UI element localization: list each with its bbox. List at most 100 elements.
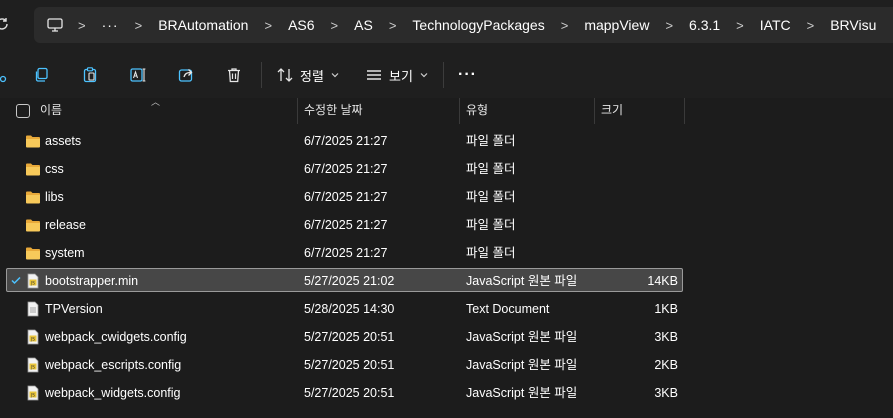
file-name[interactable]: assets [45,127,81,155]
breadcrumb-separator[interactable]: > [553,18,577,33]
file-modified: 5/27/2025 20:51 [304,386,395,400]
breadcrumb-overflow-button[interactable]: ··· [94,17,127,33]
breadcrumb-item[interactable]: IATC [752,17,799,33]
breadcrumb-separator[interactable]: > [323,18,347,33]
file-name[interactable]: libs [45,183,64,211]
file-modified: 5/27/2025 20:51 [304,330,395,344]
row-checkbox-checked[interactable] [10,274,22,286]
breadcrumb-separator[interactable]: > [127,18,151,33]
file-modified: 6/7/2025 21:27 [304,134,388,148]
file-row[interactable]: JS webpack_escripts.config 5/27/2025 20:51… [0,351,893,379]
breadcrumb-separator[interactable]: > [381,18,405,33]
column-divider[interactable] [594,98,595,124]
file-modified: 5/27/2025 20:51 [304,358,395,372]
rename-button[interactable] [126,63,150,87]
breadcrumb-item[interactable]: AS6 [280,17,322,33]
file-name[interactable]: webpack_widgets.config [45,379,181,407]
file-row[interactable]: TPVersion 5/28/2025 14:30 Text Document 1KB [0,295,893,323]
column-divider[interactable] [297,98,298,124]
file-size: 14KB [647,274,678,288]
folder-icon [25,189,41,205]
file-row[interactable]: JS webpack_cwidgets.config 5/27/2025 20:51… [0,323,893,351]
file-row[interactable]: libs 6/7/2025 21:27 파일 폴더 [0,183,893,211]
breadcrumb-separator[interactable]: > [728,18,752,33]
file-size: 3KB [654,386,678,400]
file-size [598,183,678,211]
more-options-button[interactable]: ··· [458,64,477,86]
breadcrumb-item[interactable]: mappView [576,17,657,33]
file-name[interactable]: bootstrapper.min [45,267,138,295]
checkmark-icon [11,276,21,285]
paste-button[interactable] [78,63,102,87]
share-button[interactable] [174,63,198,87]
file-name[interactable]: system [45,239,85,267]
column-divider[interactable] [459,98,460,124]
breadcrumb-item[interactable]: BRVisu [822,17,884,33]
svg-text:JS: JS [30,392,35,397]
column-header-name[interactable]: 이름 [40,98,62,124]
sort-button[interactable]: 정렬 [276,64,340,86]
command-bar: 정렬 보기 ··· [0,52,893,99]
file-row[interactable]: assets 6/7/2025 21:27 파일 폴더 [0,127,893,155]
text-file-icon [25,301,41,317]
file-name[interactable]: css [45,155,64,183]
view-list-icon [367,70,381,80]
refresh-icon[interactable] [0,16,10,32]
file-name[interactable]: webpack_escripts.config [45,351,181,379]
view-button[interactable]: 보기 [365,64,429,86]
chevron-down-icon [331,73,339,78]
file-size [598,155,678,183]
breadcrumb-separator[interactable]: > [70,18,94,33]
rename-icon [130,68,146,82]
breadcrumb: > ··· > BRAutomation > AS6 > AS > Techno… [34,7,884,43]
column-header-row: ︿ 이름 수정한 날짜 유형 크기 [0,97,893,124]
cut-icon[interactable] [0,63,18,87]
address-bar[interactable]: > ··· > BRAutomation > AS6 > AS > Techno… [34,7,893,43]
file-type: JavaScript 원본 파일 [466,330,578,344]
breadcrumb-item[interactable]: BRAutomation [150,17,256,33]
file-row[interactable]: JS webpack_widgets.config 5/27/2025 20:51 J… [0,379,893,407]
file-modified: 6/7/2025 21:27 [304,162,388,176]
svg-text:JS: JS [30,336,35,341]
file-size [598,239,678,267]
breadcrumb-item[interactable]: TechnologyPackages [404,17,552,33]
select-all-checkbox[interactable] [16,104,30,118]
breadcrumb-item[interactable]: AS [346,17,381,33]
file-type: 파일 폴더 [466,162,516,176]
title-bar: > ··· > BRAutomation > AS6 > AS > Techno… [0,0,893,52]
file-row[interactable]: system 6/7/2025 21:27 파일 폴더 [0,239,893,267]
column-header-type[interactable]: 유형 [466,98,488,124]
monitor-icon[interactable] [46,16,64,34]
file-modified: 5/28/2025 14:30 [304,302,395,316]
svg-text:JS: JS [30,280,35,285]
file-type: 파일 폴더 [466,134,516,148]
folder-icon [25,245,41,261]
breadcrumb-separator[interactable]: > [256,18,280,33]
file-size: 2KB [654,358,678,372]
breadcrumb-item[interactable]: 6.3.1 [681,17,728,33]
file-type: JavaScript 원본 파일 [466,386,578,400]
column-divider[interactable] [684,98,685,124]
file-size: 3KB [654,330,678,344]
breadcrumb-separator[interactable]: > [657,18,681,33]
file-size [598,211,678,239]
column-header-size[interactable]: 크기 [601,98,623,124]
paste-icon [83,67,97,83]
file-row[interactable]: css 6/7/2025 21:27 파일 폴더 [0,155,893,183]
file-name[interactable]: TPVersion [45,295,103,323]
file-name[interactable]: release [45,211,86,239]
file-row[interactable]: release 6/7/2025 21:27 파일 폴더 [0,211,893,239]
folder-icon [25,133,41,149]
delete-button[interactable] [222,63,246,87]
file-type: 파일 폴더 [466,218,516,232]
copy-button[interactable] [30,63,54,87]
toolbar-divider [443,62,444,88]
sort-label: 정렬 [300,68,324,84]
file-row[interactable]: JS bootstrapper.min 5/27/2025 21:02 JavaScr… [0,267,893,295]
svg-text:JS: JS [30,364,35,369]
breadcrumb-separator[interactable]: > [799,18,823,33]
file-name[interactable]: webpack_cwidgets.config [45,323,187,351]
file-size [598,127,678,155]
sort-ascending-icon: ︿ [151,97,161,107]
column-header-modified[interactable]: 수정한 날짜 [304,98,363,124]
